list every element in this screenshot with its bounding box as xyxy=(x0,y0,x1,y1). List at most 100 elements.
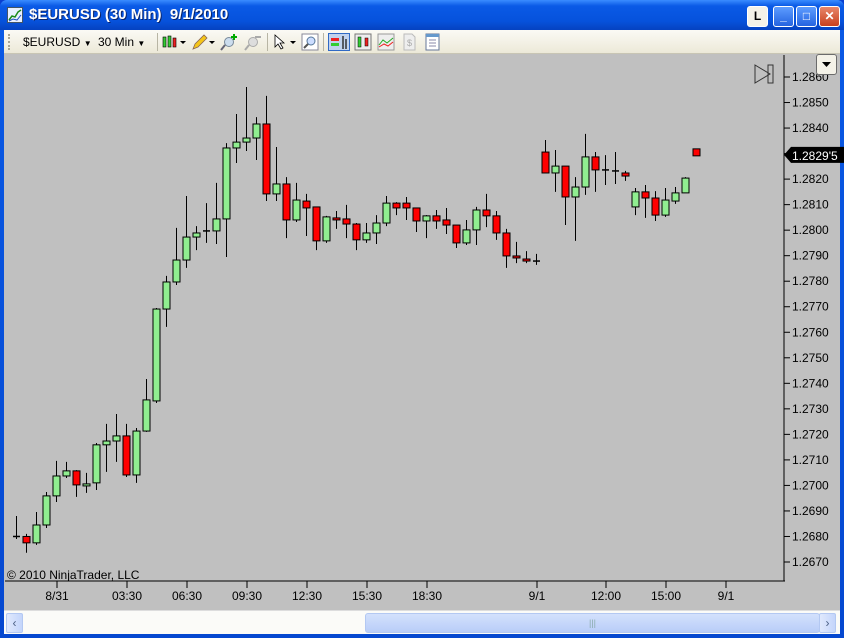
price-tick-label: 1.2670 xyxy=(792,555,829,569)
candle-up xyxy=(212,218,221,232)
candle-up xyxy=(681,177,690,194)
time-tick-label: 03:30 xyxy=(112,589,142,603)
candle-up xyxy=(422,215,431,222)
horizontal-scrollbar[interactable]: ‹ ||| › xyxy=(4,610,840,634)
price-tick-label: 1.2680 xyxy=(792,529,829,543)
price-tick-label: 1.2750 xyxy=(792,351,829,365)
candle-up xyxy=(372,222,381,234)
time-tick-label: 9/1 xyxy=(529,589,546,603)
candle-down xyxy=(402,202,411,209)
candle-down xyxy=(641,191,650,199)
price-tick-label: 1.2720 xyxy=(792,427,829,441)
candle-down xyxy=(591,156,600,171)
candle-down xyxy=(72,470,81,486)
price-tick-label: 1.2710 xyxy=(792,453,829,467)
candle-up xyxy=(631,191,640,208)
candle-up xyxy=(571,186,580,198)
price-tick-label: 1.2730 xyxy=(792,402,829,416)
candle-down xyxy=(452,224,461,244)
candle-down xyxy=(392,202,401,209)
time-tick-label: 18:30 xyxy=(412,589,442,603)
time-tick-label: 15:30 xyxy=(352,589,382,603)
candle-down xyxy=(22,535,31,544)
candle-down xyxy=(651,197,660,216)
chart-menu-dropdown[interactable] xyxy=(816,54,837,75)
candle-up xyxy=(182,236,191,261)
price-tick-label: 1.2740 xyxy=(792,376,829,390)
candle-up xyxy=(472,209,481,231)
candle-down xyxy=(332,217,341,221)
candle-up xyxy=(292,199,301,221)
candle-down xyxy=(561,165,570,198)
candle-up xyxy=(112,435,121,442)
candle-up xyxy=(252,123,261,139)
time-tick-label: 8/31 xyxy=(45,589,69,603)
price-tick-label: 1.2820 xyxy=(792,172,829,186)
candle-up xyxy=(551,165,560,174)
candle-up xyxy=(172,259,181,283)
candle-up xyxy=(32,524,41,544)
candle-down xyxy=(342,218,351,225)
candle-up xyxy=(362,232,371,241)
candle-down xyxy=(621,172,630,177)
candle-up xyxy=(322,216,331,242)
candle-up xyxy=(222,147,231,220)
candle-up xyxy=(661,199,670,216)
last-price-marker xyxy=(692,148,701,157)
candle-down xyxy=(352,223,361,241)
price-tick-label: 1.2760 xyxy=(792,325,829,339)
candle-down xyxy=(302,200,311,209)
candle-down xyxy=(482,209,491,217)
candle-down xyxy=(502,232,511,257)
candle-up xyxy=(42,495,51,526)
candle-up xyxy=(462,229,471,244)
candle-up xyxy=(671,192,680,202)
candle-up xyxy=(102,440,111,446)
candle-up xyxy=(192,232,201,238)
price-tick-label: 1.2770 xyxy=(792,300,829,314)
copyright-text: © 2010 NinjaTrader, LLC xyxy=(7,568,140,582)
candle-up xyxy=(82,483,91,487)
candle-up xyxy=(52,475,61,497)
candle-down xyxy=(442,219,451,226)
price-tick-label: 1.2790 xyxy=(792,249,829,263)
candle-up xyxy=(132,430,141,476)
scroll-left-icon[interactable]: ‹ xyxy=(6,613,23,633)
time-tick-label: 15:00 xyxy=(651,589,681,603)
scroll-right-icon[interactable]: › xyxy=(819,613,836,633)
scroll-to-end-icon[interactable] xyxy=(754,64,774,84)
candle-down xyxy=(512,255,521,259)
price-tick-label: 1.2800 xyxy=(792,223,829,237)
price-tick-label: 1.2780 xyxy=(792,274,829,288)
price-tick-label: 1.2810 xyxy=(792,198,829,212)
price-tick-label: 1.2850 xyxy=(792,96,829,110)
candle-up xyxy=(142,399,151,432)
candle-down xyxy=(432,215,441,222)
candle-up xyxy=(232,141,241,149)
price-tick-label: 1.2690 xyxy=(792,504,829,518)
candle-down xyxy=(312,206,321,242)
candle-down xyxy=(122,435,131,476)
candle-up xyxy=(581,156,590,188)
time-tick-label: 9/1 xyxy=(718,589,735,603)
candle-up xyxy=(62,470,71,477)
candle-up xyxy=(272,183,281,195)
candle-down xyxy=(262,123,271,195)
last-price-label: 1.2829'5 xyxy=(792,149,838,163)
candle-down xyxy=(492,215,501,234)
chart-window: $EURUSD (30 Min) 9/1/2010 L _ □ ✕ $EURUS… xyxy=(0,0,844,638)
candle-up xyxy=(162,281,171,310)
candle-up xyxy=(152,308,161,402)
scrollbar-thumb[interactable]: ||| xyxy=(365,613,820,633)
candle-down xyxy=(412,207,421,222)
time-tick-label: 12:30 xyxy=(292,589,322,603)
candle-down xyxy=(522,258,531,262)
candle-up xyxy=(242,137,251,143)
price-tick-label: 1.2840 xyxy=(792,121,829,135)
candle-up xyxy=(92,444,101,484)
time-tick-label: 09:30 xyxy=(232,589,262,603)
price-chart[interactable]: 1.28601.28501.28401.28301.28201.28101.28… xyxy=(0,0,844,610)
candle-down xyxy=(541,151,550,174)
time-tick-label: 06:30 xyxy=(172,589,202,603)
candle-down xyxy=(282,183,291,221)
